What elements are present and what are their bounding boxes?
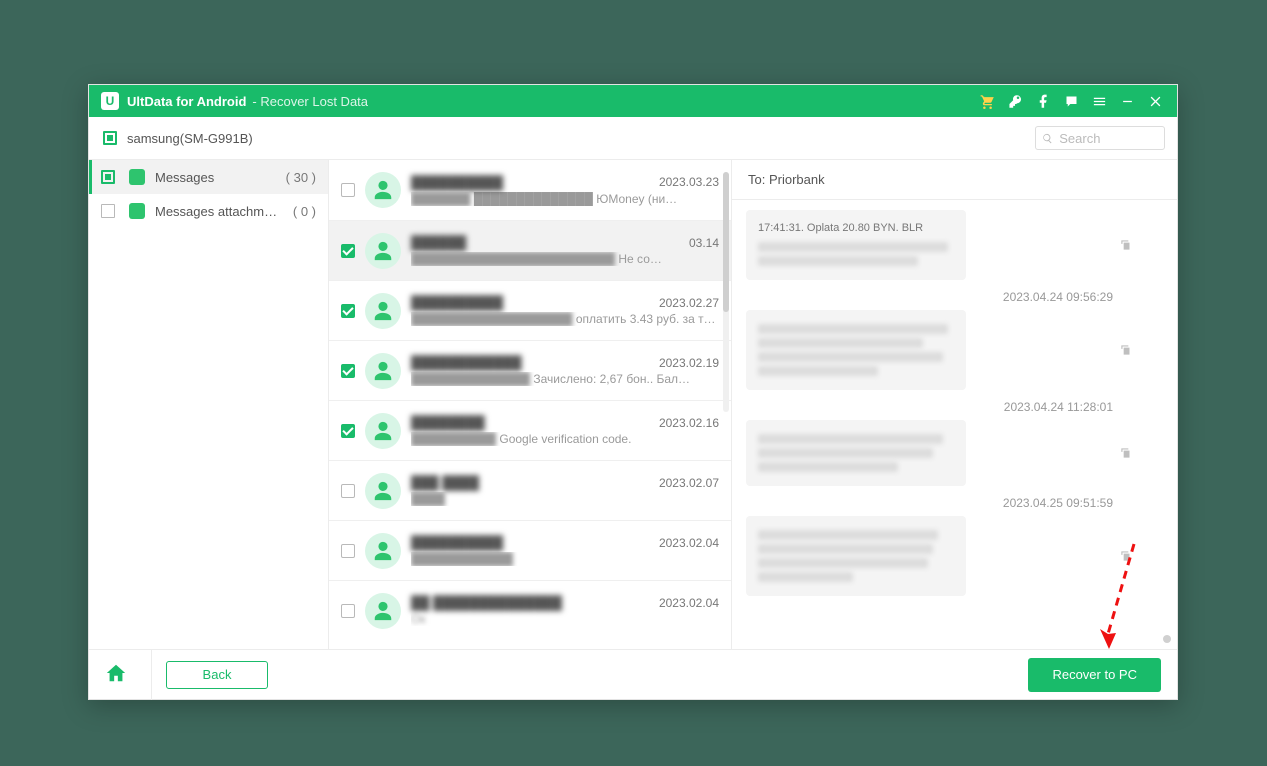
key-icon[interactable] bbox=[1001, 85, 1029, 117]
conversation-date: 2023.02.04 bbox=[659, 536, 719, 550]
avatar-icon bbox=[365, 533, 401, 569]
sidebar-item-messages[interactable]: Messages ( 30 ) bbox=[89, 160, 328, 194]
message-preview: ██████████ Google verification code. bbox=[411, 432, 719, 446]
copy-icon[interactable] bbox=[1119, 343, 1133, 357]
avatar-icon bbox=[365, 413, 401, 449]
conversation-date: 2023.02.19 bbox=[659, 356, 719, 370]
row-checkbox[interactable] bbox=[341, 304, 355, 318]
message-timestamp: 2023.04.25 09:51:59 bbox=[746, 496, 1113, 510]
message-timestamp: 2023.04.24 11:28:01 bbox=[746, 400, 1113, 414]
conversation-row[interactable]: ██████████ 2023.02.27 ███████████████████ … bbox=[329, 280, 731, 340]
select-all-checkbox[interactable] bbox=[103, 131, 117, 145]
app-subtitle: - Recover Lost Data bbox=[252, 94, 368, 109]
device-header: samsung(SM-G991B) bbox=[89, 117, 1177, 160]
close-button[interactable] bbox=[1141, 85, 1169, 117]
message-bubble bbox=[746, 420, 966, 486]
chat-recipient: To: Priorbank bbox=[748, 172, 825, 187]
search-icon bbox=[1042, 132, 1053, 145]
conversation-list: ██████████2023.03.23███████ ████████████… bbox=[329, 160, 732, 649]
copy-icon[interactable] bbox=[1119, 446, 1133, 460]
conversation-date: 2023.02.27 bbox=[659, 296, 719, 310]
row-checkbox[interactable] bbox=[341, 604, 355, 618]
copy-icon[interactable] bbox=[1119, 549, 1133, 563]
contact-name: ██████████ bbox=[411, 295, 503, 310]
message-preview: ███████ ██████████████ ЮМоney (ни… bbox=[411, 192, 719, 206]
conversation-row[interactable]: ███ ████ 2023.02.07 ████ bbox=[329, 460, 731, 520]
category-count: ( 30 ) bbox=[286, 170, 316, 185]
titlebar: U UltData for Android - Recover Lost Dat… bbox=[89, 85, 1177, 117]
app-window: U UltData for Android - Recover Lost Dat… bbox=[88, 84, 1178, 700]
message-preview: ████████████ bbox=[411, 552, 719, 566]
conversation-row[interactable]: ██ ██████████████ 2023.02.04 Ок bbox=[329, 580, 731, 640]
app-title: UltData for Android bbox=[127, 94, 246, 109]
facebook-icon[interactable] bbox=[1029, 85, 1057, 117]
avatar-icon bbox=[365, 293, 401, 329]
message-bubble: 17:41:31. Oplata 20.80 BYN. BLR bbox=[746, 210, 966, 280]
contact-name: ██████████ bbox=[411, 535, 503, 550]
copy-icon[interactable] bbox=[1119, 238, 1133, 252]
minimize-button[interactable] bbox=[1113, 85, 1141, 117]
menu-icon[interactable] bbox=[1085, 85, 1113, 117]
messages-icon bbox=[129, 203, 145, 219]
cart-icon[interactable] bbox=[973, 85, 1001, 117]
contact-name: ██ ██████████████ bbox=[411, 595, 562, 610]
conversation-date: 2023.03.23 bbox=[659, 175, 719, 189]
avatar-icon bbox=[365, 353, 401, 389]
recover-to-pc-button[interactable]: Recover to PC bbox=[1028, 658, 1161, 692]
message-bubble bbox=[746, 516, 966, 596]
feedback-icon[interactable] bbox=[1057, 85, 1085, 117]
scroll-indicator bbox=[1163, 635, 1171, 643]
contact-name: ████████████ bbox=[411, 355, 522, 370]
conversation-row[interactable]: ██████ 03.14 ████████████████████████ Не с… bbox=[329, 220, 731, 280]
avatar-icon bbox=[365, 233, 401, 269]
message-preview: ██████████████ Зачислено: 2,67 бон.. Бал… bbox=[411, 372, 719, 386]
contact-name: ████████ bbox=[411, 415, 485, 430]
search-input[interactable] bbox=[1057, 130, 1158, 147]
message-preview: Ок bbox=[411, 612, 719, 626]
message-header: 17:41:31. Oplata 20.80 BYN. BLR bbox=[758, 220, 954, 238]
contact-name: ██████ bbox=[411, 235, 466, 250]
back-button[interactable]: Back bbox=[166, 661, 268, 689]
conversation-date: 2023.02.16 bbox=[659, 416, 719, 430]
conversation-date: 2023.02.04 bbox=[659, 596, 719, 610]
scrollbar[interactable] bbox=[723, 172, 729, 412]
category-count: ( 0 ) bbox=[293, 204, 316, 219]
app-logo-icon: U bbox=[101, 92, 119, 110]
row-checkbox[interactable] bbox=[341, 544, 355, 558]
footer: Back Recover to PC bbox=[89, 649, 1177, 699]
row-checkbox[interactable] bbox=[341, 244, 355, 258]
category-checkbox[interactable] bbox=[101, 204, 115, 218]
avatar-icon bbox=[365, 172, 401, 208]
row-checkbox[interactable] bbox=[341, 364, 355, 378]
sidebar-item-messages-attachments[interactable]: Messages attachments ( 0 ) bbox=[89, 194, 328, 228]
conversation-row[interactable]: ██████████ 2023.03.23 ███████ ████████████… bbox=[329, 160, 731, 220]
message-timestamp: 2023.04.24 09:56:29 bbox=[746, 290, 1113, 304]
message-bubble bbox=[746, 310, 966, 390]
contact-name: ██████████ bbox=[411, 175, 503, 190]
category-sidebar: Messages ( 30 ) Messages attachments ( 0 ) bbox=[89, 160, 329, 649]
category-label: Messages attachments bbox=[155, 204, 283, 219]
home-icon[interactable] bbox=[105, 662, 127, 687]
conversation-row[interactable]: ████████████ 2023.02.19 ██████████████ Зач… bbox=[329, 340, 731, 400]
conversation-date: 03.14 bbox=[689, 236, 719, 250]
contact-name: ███ ████ bbox=[411, 475, 479, 490]
avatar-icon bbox=[365, 593, 401, 629]
conversation-date: 2023.02.07 bbox=[659, 476, 719, 490]
conversation-row[interactable]: ████████ 2023.02.16 ██████████ Google veri… bbox=[329, 400, 731, 460]
messages-icon bbox=[129, 169, 145, 185]
message-preview: ███████████████████ оплатить 3.43 руб. з… bbox=[411, 312, 719, 326]
avatar-icon bbox=[365, 473, 401, 509]
row-checkbox[interactable] bbox=[341, 484, 355, 498]
row-checkbox[interactable] bbox=[341, 424, 355, 438]
category-label: Messages bbox=[155, 170, 276, 185]
device-name: samsung(SM-G991B) bbox=[127, 131, 253, 146]
message-preview: ████ bbox=[411, 492, 719, 506]
message-preview: ████████████████████████ Не со… bbox=[411, 252, 719, 266]
category-checkbox[interactable] bbox=[101, 170, 115, 184]
row-checkbox[interactable] bbox=[341, 183, 355, 197]
search-box[interactable] bbox=[1035, 126, 1165, 150]
message-preview-pane: To: Priorbank 17:41:31. Oplata 20.80 BYN… bbox=[732, 160, 1177, 649]
conversation-row[interactable]: ██████████ 2023.02.04 ████████████ bbox=[329, 520, 731, 580]
